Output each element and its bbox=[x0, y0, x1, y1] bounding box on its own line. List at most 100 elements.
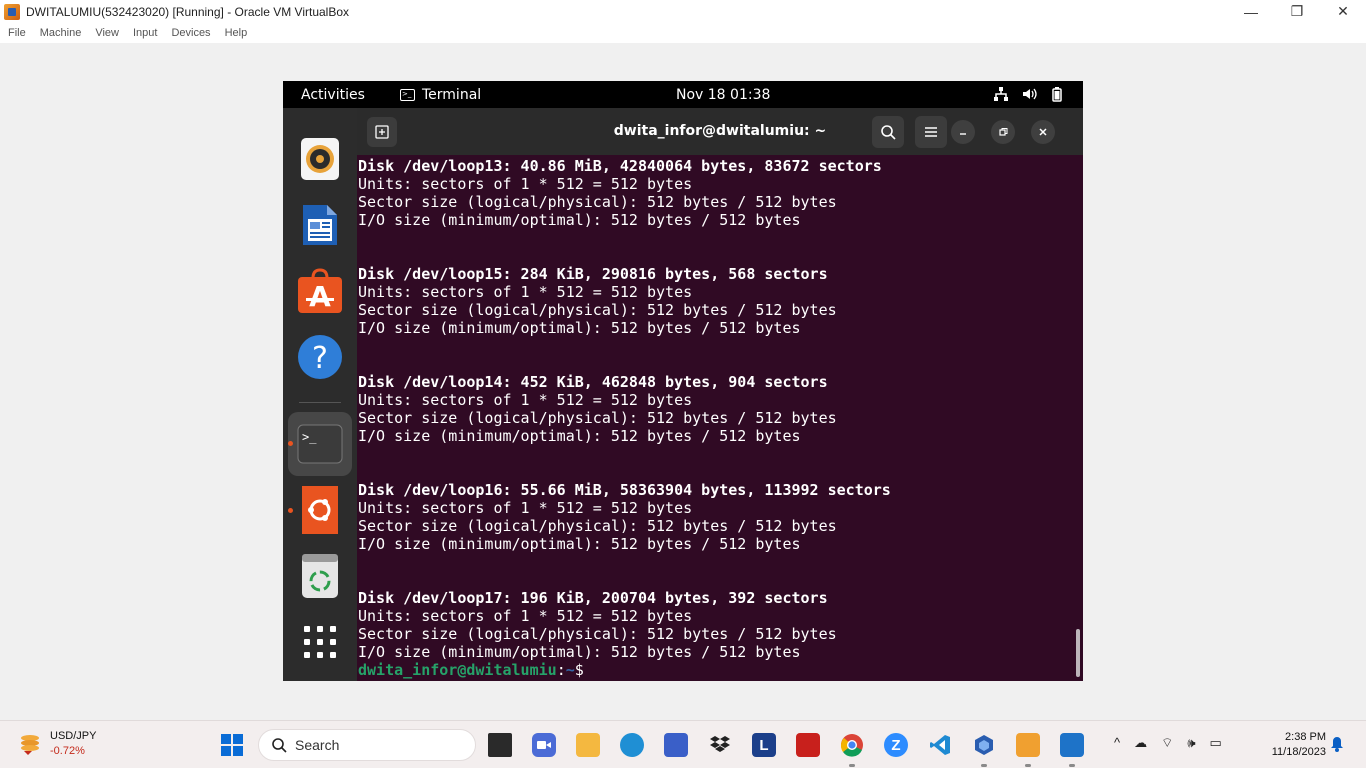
app-center-icon[interactable]: A bbox=[297, 268, 343, 314]
prompt-symbol: $ bbox=[574, 661, 584, 679]
running-indicator bbox=[981, 764, 987, 767]
chrome-icon[interactable] bbox=[840, 733, 864, 757]
guest-screen[interactable]: Activities >_ Terminal Nov 18 01:38 A ? … bbox=[283, 81, 1083, 681]
terminal-line-disk-header: Disk /dev/loop14: 452 KiB, 462848 bytes,… bbox=[358, 373, 828, 391]
battery-icon[interactable] bbox=[1049, 86, 1065, 102]
mcafee-icon[interactable] bbox=[796, 733, 820, 757]
taskbar-clock[interactable]: 2:38 PM 11/18/2023 bbox=[1256, 730, 1326, 760]
battery-icon[interactable]: ▭ bbox=[1210, 735, 1222, 751]
hamburger-icon bbox=[925, 127, 937, 137]
weather-widget[interactable]: USD/JPY -0.72% bbox=[18, 729, 96, 759]
terminal-scrollbar[interactable] bbox=[1076, 629, 1080, 677]
menu-view[interactable]: View bbox=[95, 27, 119, 39]
system-tray[interactable] bbox=[993, 86, 1065, 102]
vm-menubar: File Machine View Input Devices Help bbox=[0, 23, 1366, 43]
gnome-top-bar: Activities >_ Terminal Nov 18 01:38 bbox=[283, 81, 1083, 108]
taskbar-search[interactable]: Search bbox=[258, 729, 476, 761]
widget-change: -0.72% bbox=[50, 745, 85, 757]
edge-icon[interactable] bbox=[620, 733, 644, 757]
close-button[interactable]: ✕ bbox=[1320, 0, 1366, 23]
menu-input[interactable]: Input bbox=[133, 27, 157, 39]
file-explorer-icon[interactable] bbox=[576, 733, 600, 757]
terminal-output[interactable]: Disk /dev/loop13: 40.86 MiB, 42840064 by… bbox=[357, 155, 1083, 681]
l-app-icon[interactable]: L bbox=[752, 733, 776, 757]
terminal-line: Units: sectors of 1 * 512 = 512 bytes bbox=[358, 391, 693, 409]
minimize-window-button[interactable] bbox=[951, 120, 975, 144]
running-indicator bbox=[288, 441, 293, 446]
restore-button[interactable]: ❐ bbox=[1274, 0, 1320, 23]
photos-icon[interactable] bbox=[1060, 733, 1084, 757]
app-menu-terminal[interactable]: >_ Terminal bbox=[400, 87, 481, 103]
menu-file[interactable]: File bbox=[8, 27, 26, 39]
notification-bell-icon[interactable] bbox=[1330, 736, 1344, 755]
terminal-line: Sector size (logical/physical): 512 byte… bbox=[358, 409, 837, 427]
sketch-app-icon[interactable] bbox=[1016, 733, 1040, 757]
close-window-button[interactable] bbox=[1031, 120, 1055, 144]
menu-button[interactable] bbox=[915, 116, 947, 148]
prompt-user: dwita_infor@dwitalumiu bbox=[358, 661, 557, 679]
dropbox-icon[interactable] bbox=[708, 733, 732, 757]
onedrive-icon[interactable]: ☁ bbox=[1134, 735, 1147, 751]
terminal-line: Sector size (logical/physical): 512 byte… bbox=[358, 517, 837, 535]
network-icon[interactable] bbox=[993, 86, 1009, 102]
vscode-icon[interactable] bbox=[928, 733, 952, 757]
virtualbox-app-icon bbox=[4, 3, 20, 20]
search-button[interactable] bbox=[872, 116, 904, 148]
zoom-icon[interactable]: Z bbox=[884, 733, 908, 757]
terminal-icon[interactable]: >_ bbox=[297, 421, 343, 467]
volume-icon[interactable] bbox=[1021, 86, 1037, 102]
show-apps-icon[interactable] bbox=[297, 619, 343, 665]
terminal-line: I/O size (minimum/optimal): 512 bytes / … bbox=[358, 535, 801, 553]
volume-icon[interactable]: 🕪 bbox=[1187, 735, 1195, 751]
system-tray-icons[interactable]: ^ ☁ ⌔ 🕪 ▭ bbox=[1114, 735, 1222, 751]
minimize-icon bbox=[960, 133, 966, 135]
clock[interactable]: Nov 18 01:38 bbox=[676, 87, 770, 103]
terminal-icon: >_ bbox=[400, 89, 415, 101]
vm-window-titlebar: DWITALUMIU(532423020) [Running] - Oracle… bbox=[0, 0, 1366, 23]
libreoffice-writer-icon[interactable] bbox=[297, 202, 343, 248]
virtualbox-icon[interactable] bbox=[972, 733, 996, 757]
activities-button[interactable]: Activities bbox=[301, 87, 365, 103]
task-view-icon[interactable] bbox=[488, 733, 512, 757]
maximize-window-button[interactable] bbox=[991, 120, 1015, 144]
restore-icon bbox=[999, 128, 1008, 136]
terminal-prompt[interactable]: dwita_infor@dwitalumiu:~$ bbox=[358, 661, 891, 679]
terminal-line: Units: sectors of 1 * 512 = 512 bytes bbox=[358, 175, 693, 193]
terminal-line-disk-header: Disk /dev/loop15: 284 KiB, 290816 bytes,… bbox=[358, 265, 828, 283]
menu-help[interactable]: Help bbox=[225, 27, 248, 39]
trash-icon[interactable] bbox=[297, 553, 343, 599]
help-icon[interactable]: ? bbox=[297, 334, 343, 380]
wifi-icon[interactable]: ⌔ bbox=[1161, 735, 1173, 751]
ubuntu-installer-icon[interactable] bbox=[297, 486, 343, 534]
terminal-line: Sector size (logical/physical): 512 byte… bbox=[358, 301, 837, 319]
start-button[interactable] bbox=[221, 734, 243, 756]
running-indicator bbox=[288, 508, 293, 513]
running-indicator bbox=[1025, 764, 1031, 767]
widget-title: USD/JPY bbox=[50, 730, 97, 742]
prompt-path: ~ bbox=[565, 661, 575, 679]
terminal-line: I/O size (minimum/optimal): 512 bytes / … bbox=[358, 319, 801, 337]
meet-icon[interactable] bbox=[532, 733, 556, 757]
minimize-button[interactable]: — bbox=[1228, 0, 1274, 23]
chevron-up-icon[interactable]: ^ bbox=[1114, 735, 1120, 751]
windows-taskbar: USD/JPY -0.72% Search L Z ^ ☁ ⌔ 🕪 ▭ 2:38… bbox=[0, 720, 1366, 768]
store-icon[interactable] bbox=[664, 733, 688, 757]
ubuntu-dock: A ? >_ bbox=[283, 108, 357, 681]
close-icon bbox=[1039, 128, 1047, 136]
svg-text:A: A bbox=[309, 280, 331, 313]
menu-machine[interactable]: Machine bbox=[40, 27, 82, 39]
terminal-line-disk-header: Disk /dev/loop16: 55.66 MiB, 58363904 by… bbox=[358, 481, 891, 499]
dock-separator bbox=[299, 402, 341, 403]
menu-devices[interactable]: Devices bbox=[171, 27, 210, 39]
terminal-line: Sector size (logical/physical): 512 byte… bbox=[358, 193, 837, 211]
rhythmbox-icon[interactable] bbox=[297, 136, 343, 182]
terminal-line: Units: sectors of 1 * 512 = 512 bytes bbox=[358, 499, 693, 517]
